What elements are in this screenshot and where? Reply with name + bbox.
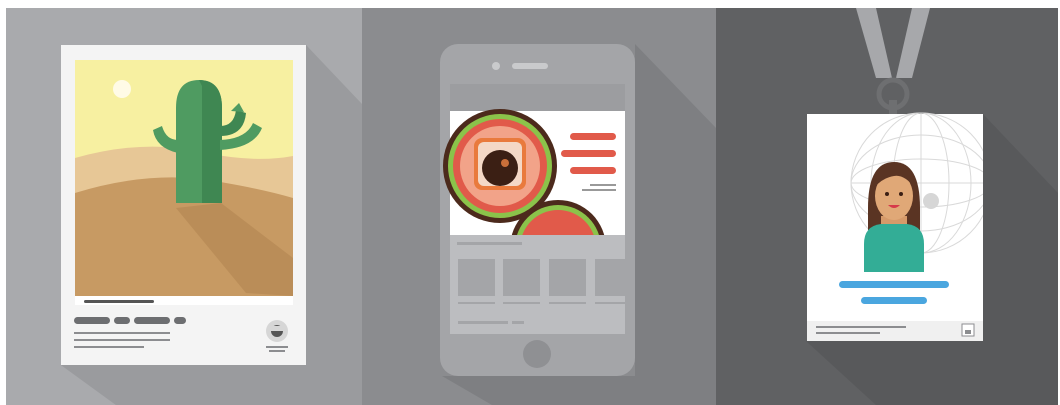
home-button	[523, 340, 551, 368]
panel-id-badge	[716, 8, 1058, 405]
camera-dot	[492, 62, 500, 70]
photo-print-icon	[61, 45, 362, 405]
sun-icon	[113, 80, 131, 98]
title-bar	[861, 297, 927, 304]
caption-line	[84, 300, 154, 303]
panel-photo-print	[6, 8, 362, 405]
person-avatar-icon	[864, 162, 924, 272]
headline-bar	[570, 133, 616, 140]
smartphone-icon	[440, 44, 716, 405]
photo-image	[75, 60, 293, 296]
name-bar	[839, 281, 949, 288]
badge-footer	[807, 321, 983, 341]
illustration-banner	[6, 8, 1058, 405]
speaker-slot	[512, 63, 548, 69]
screen-topbar	[450, 84, 625, 111]
id-badge-icon	[806, 8, 1058, 405]
panel-smartphone	[362, 8, 716, 405]
